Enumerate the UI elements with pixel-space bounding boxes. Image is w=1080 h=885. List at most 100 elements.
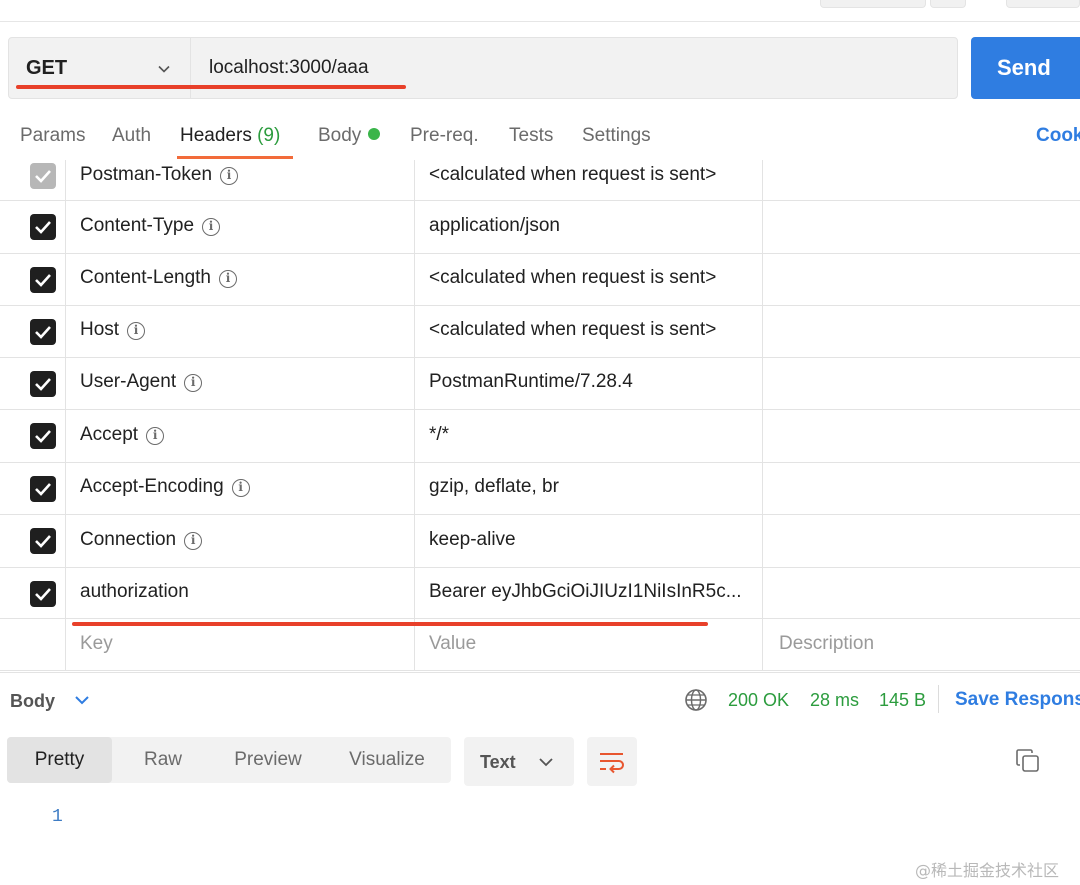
tab-body-label: Body	[318, 125, 361, 146]
tab-pre-request[interactable]: Pre-req.	[410, 125, 479, 147]
chevron-down-icon	[157, 62, 171, 76]
view-raw[interactable]: Raw	[122, 737, 204, 783]
tab-headers-label: Headers	[180, 125, 252, 146]
chevron-down-icon[interactable]	[74, 693, 90, 707]
table-row: Connectioni keep-alive	[0, 515, 1080, 568]
method-label: GET	[26, 57, 67, 80]
window-top-strip	[0, 0, 1080, 22]
header-checkbox[interactable]	[30, 371, 56, 397]
header-key-text: Accept-Encoding	[80, 476, 224, 497]
toolbar-button[interactable]	[1006, 0, 1080, 8]
check-icon	[33, 585, 53, 603]
header-key-text: Content-Type	[80, 215, 194, 236]
copy-icon[interactable]	[1015, 748, 1041, 774]
header-value[interactable]: Bearer eyJhbGciOiJIUzI1NiIsInR5c...	[429, 581, 742, 603]
new-key-placeholder[interactable]: Key	[80, 633, 113, 655]
header-value[interactable]: <calculated when request is sent>	[429, 164, 716, 186]
check-icon	[33, 375, 53, 393]
header-key: Hosti	[80, 319, 145, 341]
format-label: Text	[480, 752, 516, 773]
status-code[interactable]: 200 OK	[728, 690, 789, 711]
wrap-lines-button[interactable]	[587, 737, 637, 786]
response-time[interactable]: 28 ms	[810, 690, 859, 711]
table-row: Postman-Token i <calculated when request …	[0, 160, 1080, 201]
info-icon[interactable]: i	[184, 532, 202, 550]
toolbar-button[interactable]	[820, 0, 926, 8]
table-row: Content-Type i application/json	[0, 201, 1080, 254]
header-checkbox[interactable]	[30, 214, 56, 240]
header-key: User-Agent i	[80, 371, 202, 393]
tab-params[interactable]: Params	[20, 125, 85, 147]
save-response-button[interactable]: Save Respons	[955, 689, 1080, 711]
header-checkbox[interactable]	[30, 267, 56, 293]
header-key-text: Postman-Token	[80, 164, 212, 185]
header-key: Content-Length i	[80, 267, 237, 289]
method-select[interactable]: GET	[9, 38, 191, 98]
header-checkbox[interactable]	[30, 581, 56, 607]
info-icon[interactable]: i	[220, 167, 238, 185]
header-key-text: Content-Length	[80, 267, 211, 288]
send-button[interactable]: Send	[971, 37, 1080, 99]
tab-body[interactable]: Body	[318, 125, 380, 147]
header-value[interactable]: <calculated when request is sent>	[429, 267, 716, 289]
check-icon	[33, 532, 53, 550]
globe-icon[interactable]	[684, 688, 708, 712]
header-key[interactable]: authorization	[80, 581, 189, 603]
header-checkbox[interactable]	[30, 528, 56, 554]
info-icon[interactable]: i	[219, 270, 237, 288]
new-value-placeholder[interactable]: Value	[429, 633, 476, 655]
check-icon	[33, 218, 53, 236]
response-body-label[interactable]: Body	[10, 691, 55, 712]
cookies-link[interactable]: Cook	[1036, 125, 1080, 147]
tab-headers[interactable]: Headers (9)	[180, 125, 280, 147]
tab-settings[interactable]: Settings	[582, 125, 651, 147]
annotation-underline	[16, 85, 406, 89]
info-icon[interactable]: i	[232, 479, 250, 497]
wrap-lines-icon	[598, 749, 626, 775]
new-description-placeholder[interactable]: Description	[779, 633, 874, 655]
active-tab-indicator	[177, 156, 293, 159]
tab-headers-count: (9)	[257, 125, 280, 146]
table-row: authorization Bearer eyJhbGciOiJIUzI1NiI…	[0, 568, 1080, 619]
header-value[interactable]: application/json	[429, 215, 560, 237]
header-checkbox[interactable]	[30, 319, 56, 345]
table-row: Hosti <calculated when request is sent>	[0, 306, 1080, 358]
view-visualize[interactable]: Visualize	[332, 737, 442, 783]
annotation-underline	[72, 622, 708, 626]
header-checkbox[interactable]	[30, 423, 56, 449]
header-key-text: Host	[80, 319, 119, 340]
header-value[interactable]: PostmanRuntime/7.28.4	[429, 371, 633, 393]
header-key: Accept-Encoding i	[80, 476, 250, 498]
header-key-text: Accept	[80, 424, 138, 445]
url-input[interactable]	[209, 57, 909, 79]
tab-auth[interactable]: Auth	[112, 125, 151, 147]
response-bar: Body 200 OK 28 ms 145 B Save Respons	[0, 672, 1080, 724]
header-value[interactable]: */*	[429, 424, 449, 446]
info-icon[interactable]: i	[146, 427, 164, 445]
check-icon	[33, 323, 53, 341]
header-key: Accepti	[80, 424, 164, 446]
view-pretty[interactable]: Pretty	[7, 737, 112, 783]
request-url-bar: GET	[8, 37, 958, 99]
info-icon[interactable]: i	[202, 218, 220, 236]
info-icon[interactable]: i	[184, 374, 202, 392]
header-key-text: User-Agent	[80, 371, 176, 392]
response-view-tabs: Pretty Raw Preview Visualize	[7, 737, 451, 783]
header-value[interactable]: keep-alive	[429, 529, 516, 551]
check-icon	[33, 480, 53, 498]
header-value[interactable]: gzip, deflate, br	[429, 476, 559, 498]
response-size[interactable]: 145 B	[879, 690, 926, 711]
header-checkbox[interactable]	[30, 476, 56, 502]
tab-tests[interactable]: Tests	[509, 125, 553, 147]
divider	[938, 685, 939, 713]
header-checkbox[interactable]	[30, 163, 56, 189]
toolbar-button[interactable]	[930, 0, 966, 8]
info-icon[interactable]: i	[127, 322, 145, 340]
table-row: Accept-Encoding i gzip, deflate, br	[0, 463, 1080, 515]
header-key: Content-Type i	[80, 215, 220, 237]
chevron-down-icon	[538, 755, 554, 769]
view-preview[interactable]: Preview	[214, 737, 322, 783]
format-select[interactable]: Text	[464, 737, 574, 786]
header-value[interactable]: <calculated when request is sent>	[429, 319, 716, 341]
table-row: User-Agent i PostmanRuntime/7.28.4	[0, 358, 1080, 410]
